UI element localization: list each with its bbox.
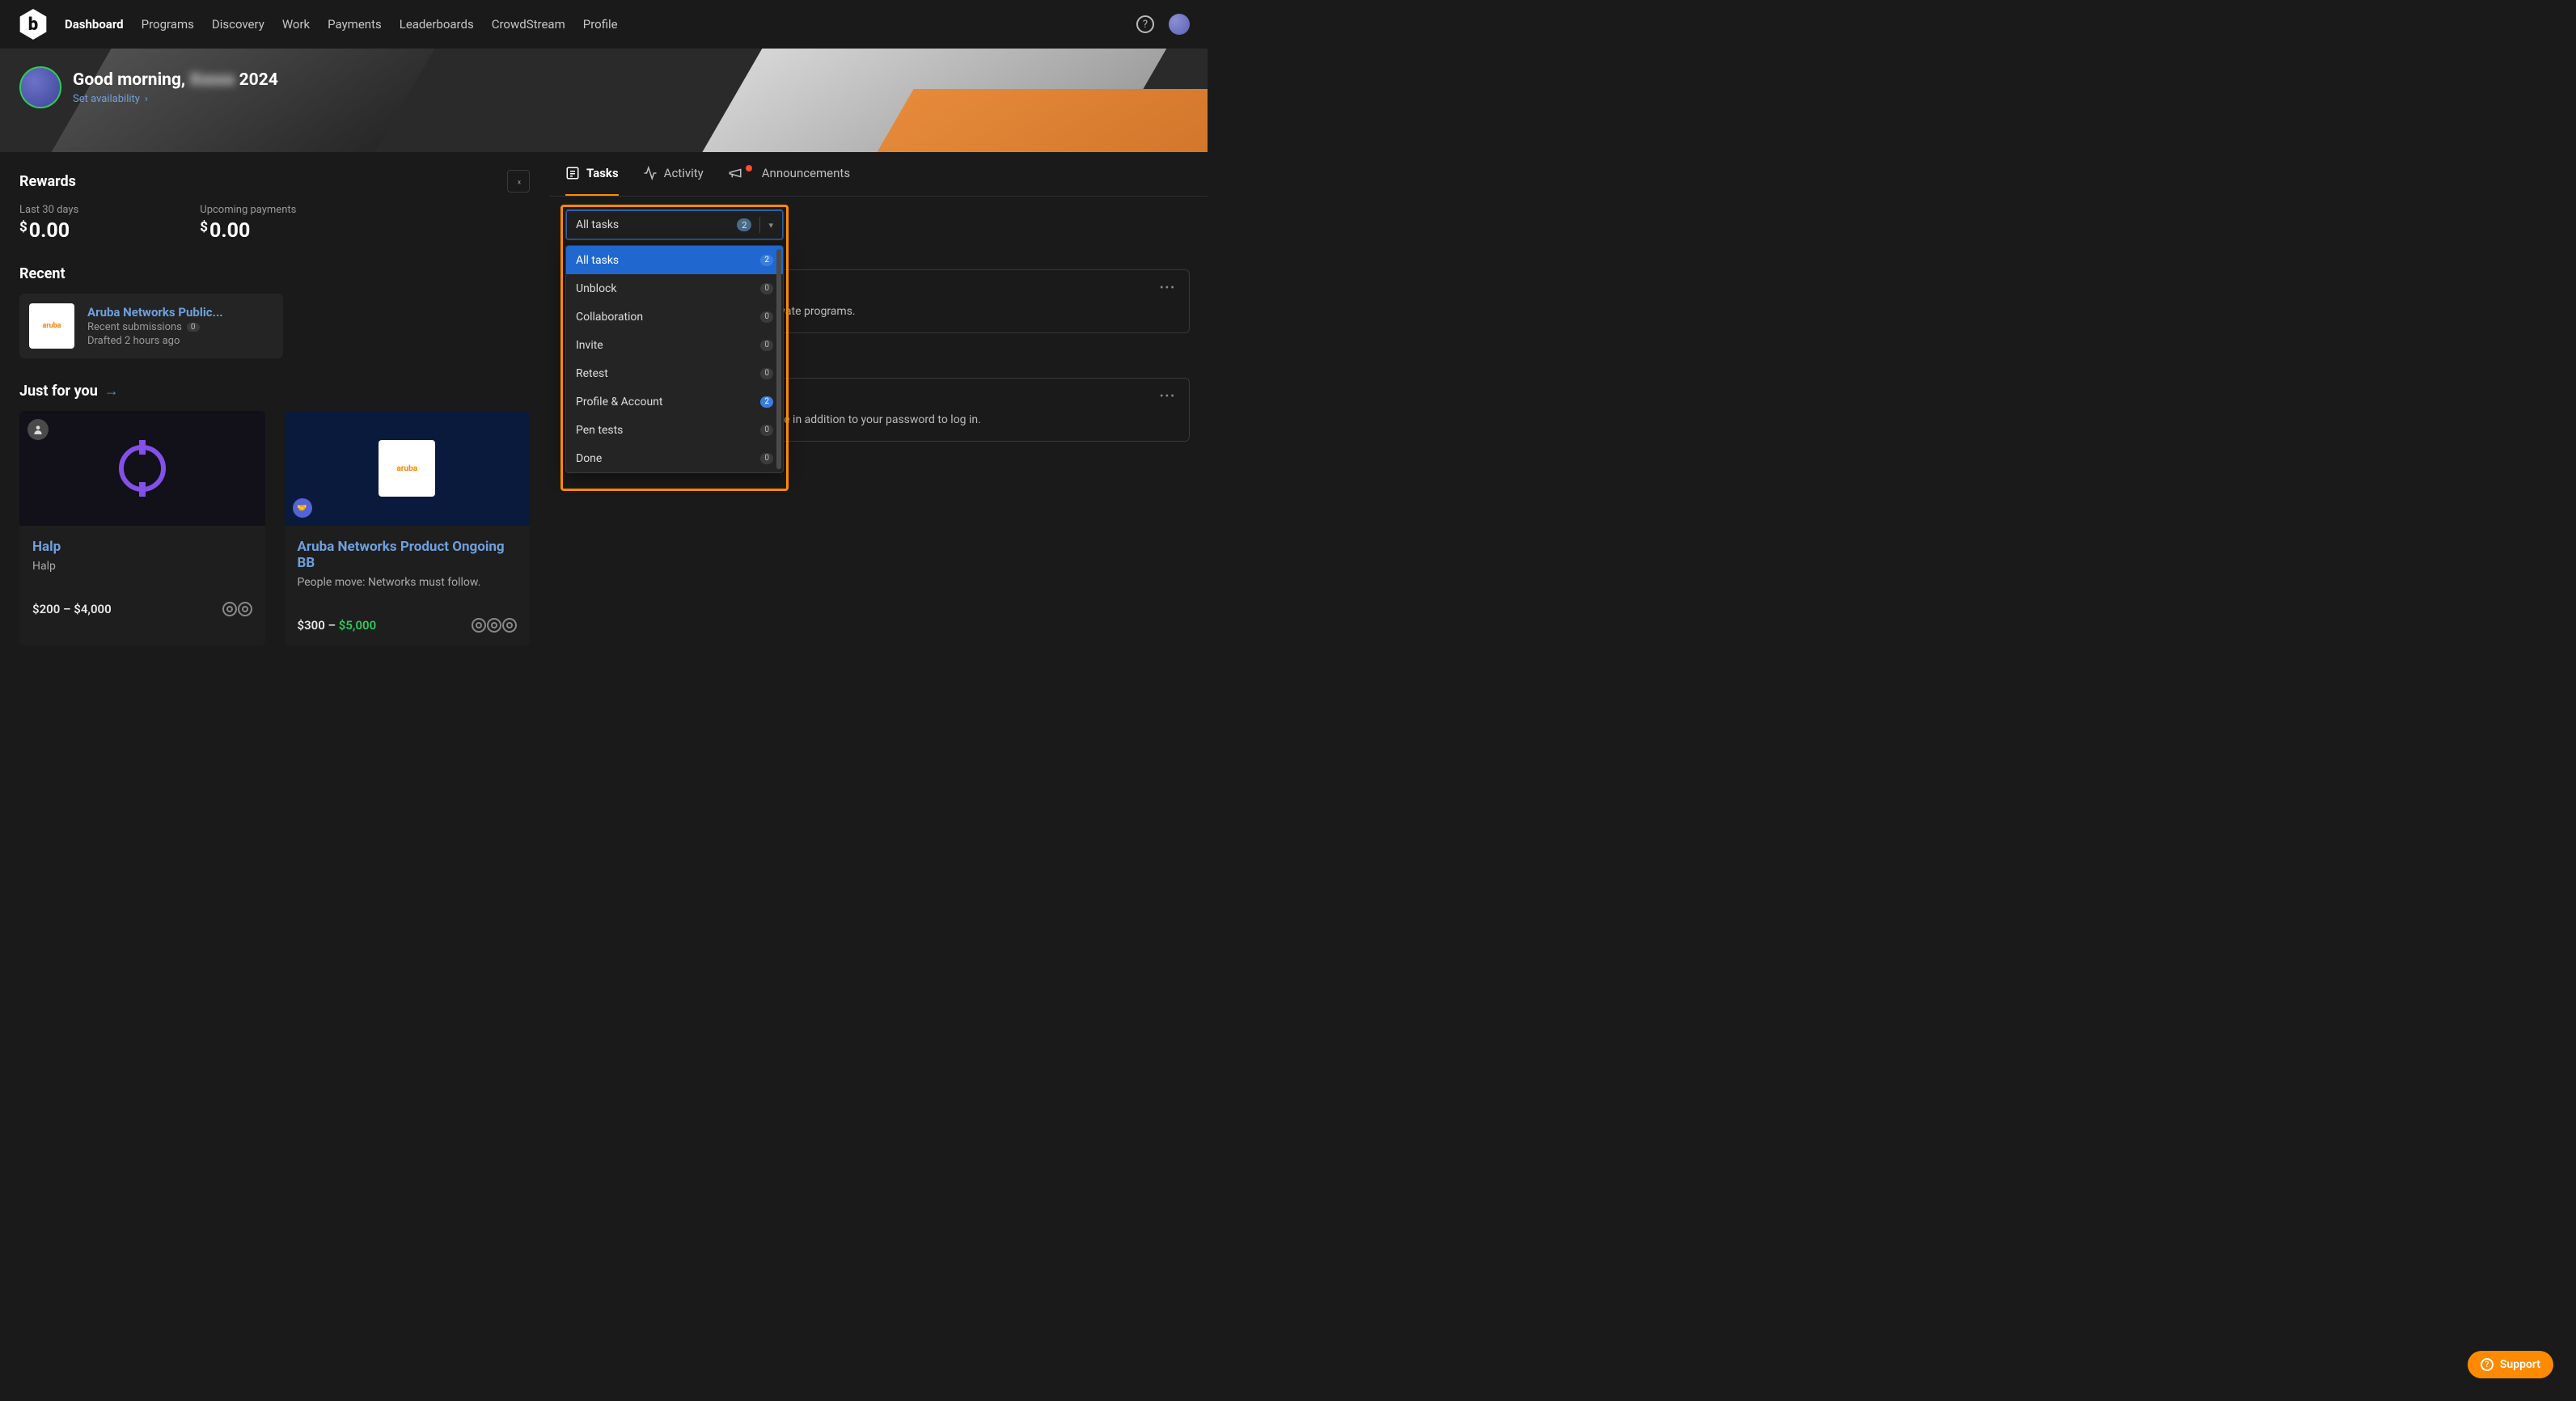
- reward-range: $200 – $4,000: [32, 602, 112, 616]
- recent-count-badge: 0: [187, 323, 200, 332]
- selected-count-badge: 2: [737, 218, 751, 231]
- nav-crowdstream[interactable]: CrowdStream: [492, 17, 565, 32]
- jfy-card-aruba[interactable]: aruba 🤝 Aruba Networks Product Ongoing B…: [285, 411, 531, 645]
- reward-range: $300 – $5,000: [298, 618, 377, 633]
- list-icon: [565, 166, 580, 180]
- right-column: Tasks Activity Announcements All tasks 2…: [549, 152, 1208, 657]
- recent-submissions: Recent submissions 0: [87, 321, 223, 333]
- greeting-text: Good morning, Xxxxx 2024: [73, 70, 278, 90]
- hero-content: Good morning, Xxxxx 2024 Set availabilit…: [0, 49, 1208, 126]
- recent-program-name: Aruba Networks Public...: [87, 305, 223, 320]
- nav-leaderboards[interactable]: Leaderboards: [400, 17, 474, 32]
- target-icons: [222, 602, 252, 616]
- nav-profile[interactable]: Profile: [583, 17, 618, 32]
- tasks-tabs: Tasks Activity Announcements: [549, 152, 1208, 197]
- topbar-right: ?: [1136, 14, 1190, 35]
- aruba-logo-icon: aruba: [379, 440, 435, 497]
- recent-time: Drafted 2 hours ago: [87, 335, 223, 347]
- halp-logo-icon: [119, 445, 166, 492]
- more-icon[interactable]: •••: [1160, 281, 1176, 294]
- notification-dot: [746, 165, 752, 171]
- filter-option-invite[interactable]: Invite0: [566, 331, 783, 359]
- stat-last-30: Last 30 days $0.00: [19, 204, 78, 243]
- stat-last-30-label: Last 30 days: [19, 204, 78, 216]
- more-icon[interactable]: •••: [1160, 390, 1176, 403]
- set-availability-link[interactable]: Set availability ›: [73, 93, 278, 105]
- main-content: Rewards ›‹ Last 30 days $0.00 Upcoming p…: [0, 152, 1208, 657]
- filter-dropdown-menu: All tasks2 Unblock0 Collaboration0 Invit…: [565, 245, 784, 473]
- filter-option-all-tasks[interactable]: All tasks2: [566, 246, 783, 274]
- card-banner: aruba 🤝: [285, 411, 531, 526]
- filter-option-pen-tests[interactable]: Pen tests0: [566, 416, 783, 444]
- dropdown-scrollbar[interactable]: [776, 249, 781, 469]
- nav-discovery[interactable]: Discovery: [212, 17, 264, 32]
- support-icon: ?: [2481, 1358, 2494, 1371]
- card-banner: [19, 411, 265, 526]
- jfy-card-halp[interactable]: Halp Halp $200 – $4,000: [19, 411, 265, 645]
- target-icons: [472, 618, 517, 633]
- nav-payments[interactable]: Payments: [328, 17, 382, 32]
- filter-option-retest[interactable]: Retest0: [566, 359, 783, 387]
- tab-activity[interactable]: Activity: [643, 152, 704, 196]
- nav-programs[interactable]: Programs: [142, 17, 194, 32]
- recent-card[interactable]: aruba Aruba Networks Public... Recent su…: [19, 294, 283, 358]
- filter-dropdown-button[interactable]: All tasks 2 ▾: [565, 210, 784, 240]
- stat-upcoming-value: $0.00: [200, 219, 296, 243]
- jfy-cards: Halp Halp $200 – $4,000 aruba 🤝: [19, 411, 530, 645]
- user-avatar[interactable]: [1169, 14, 1190, 35]
- handshake-icon: 🤝: [293, 498, 312, 518]
- hero-avatar[interactable]: [19, 66, 61, 108]
- tasks-filter-dropdown: All tasks 2 ▾ All tasks2 Unblock0 Collab…: [565, 210, 784, 240]
- tasks-area: All tasks 2 ▾ All tasks2 Unblock0 Collab…: [549, 197, 1208, 253]
- stat-last-30-value: $0.00: [19, 219, 78, 243]
- nav-links: Dashboard Programs Discovery Work Paymen…: [65, 17, 618, 32]
- topbar: b Dashboard Programs Discovery Work Paym…: [0, 0, 1208, 49]
- just-for-you-title[interactable]: Just for you →: [19, 383, 530, 400]
- arrow-right-icon: →: [104, 383, 119, 400]
- filter-option-collaboration[interactable]: Collaboration0: [566, 303, 783, 331]
- megaphone-icon: [728, 166, 742, 180]
- activity-icon: [643, 166, 658, 180]
- stat-upcoming: Upcoming payments $0.00: [200, 204, 296, 243]
- tab-announcements[interactable]: Announcements: [728, 152, 850, 196]
- card-title: Halp: [32, 539, 252, 555]
- nav-dashboard[interactable]: Dashboard: [65, 17, 124, 32]
- rewards-stats: Last 30 days $0.00 Upcoming payments $0.…: [19, 204, 530, 243]
- chevron-down-icon: ▾: [768, 220, 773, 231]
- support-button[interactable]: ? Support: [2468, 1351, 2553, 1378]
- collapse-button[interactable]: ›‹: [507, 170, 530, 193]
- recent-title: Recent: [19, 265, 530, 282]
- card-title: Aruba Networks Product Ongoing BB: [298, 539, 518, 571]
- filter-option-done[interactable]: Done0: [566, 444, 783, 472]
- stat-upcoming-label: Upcoming payments: [200, 204, 296, 216]
- chevron-right-icon: ›: [145, 93, 148, 105]
- filter-option-unblock[interactable]: Unblock0: [566, 274, 783, 303]
- bugcrowd-logo[interactable]: b: [18, 9, 49, 40]
- hero-banner: Good morning, Xxxxx 2024 Set availabilit…: [0, 49, 1208, 152]
- filter-option-profile-account[interactable]: Profile & Account2: [566, 387, 783, 416]
- card-subtitle: People move: Networks must follow.: [298, 576, 518, 589]
- recent-logo: aruba: [29, 303, 74, 349]
- nav-work[interactable]: Work: [282, 17, 310, 32]
- rewards-title: Rewards ›‹: [19, 170, 530, 193]
- person-icon: [27, 419, 49, 440]
- tab-tasks[interactable]: Tasks: [565, 152, 619, 196]
- card-subtitle: Halp: [32, 560, 252, 573]
- left-column: Rewards ›‹ Last 30 days $0.00 Upcoming p…: [0, 152, 549, 657]
- help-icon[interactable]: ?: [1136, 15, 1154, 33]
